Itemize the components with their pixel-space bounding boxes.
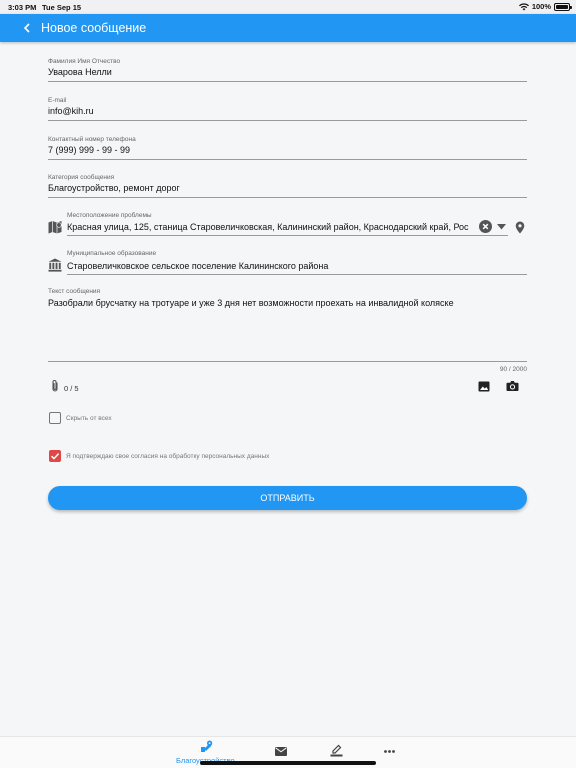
gallery-icon[interactable] (478, 381, 490, 392)
location-label: Местоположение проблемы (67, 212, 152, 219)
clear-icon[interactable] (479, 220, 492, 233)
app-bar: Новое сообщение (0, 14, 576, 42)
message-char-counter: 90 / 2000 (499, 366, 527, 373)
municipality-label: Муниципальное образование (67, 250, 157, 257)
status-right: 100% (518, 2, 572, 11)
full-name-field[interactable]: Фамилия Имя Отчество Уварова Нелли (48, 56, 527, 82)
consent-checkbox[interactable] (49, 450, 61, 462)
phone-field[interactable]: Контактный номер телефона 7 (999) 999 - … (48, 134, 527, 160)
location-input[interactable]: Красная улица, 125, станица Старовеличко… (67, 222, 475, 232)
consent-label: Я подтверждаю свое согласия на обработку… (66, 453, 270, 460)
status-time: 3:03 PM (8, 3, 37, 12)
home-indicator (200, 761, 376, 765)
municipality-field[interactable]: Муниципальное образование Старовеличковс… (67, 248, 527, 275)
attachment-counter: 0 / 5 (64, 384, 79, 393)
map-icon (48, 221, 62, 234)
message-field[interactable]: Текст сообщения Разобрали брусчатку на т… (48, 286, 527, 362)
location-edit-icon (201, 740, 213, 752)
municipality-input[interactable]: Старовеличковское сельское поселение Кал… (67, 261, 527, 271)
phone-input[interactable]: 7 (999) 999 - 99 - 99 (48, 145, 527, 155)
government-building-icon (48, 258, 62, 272)
page-title: Новое сообщение (41, 21, 147, 35)
full-name-label: Фамилия Имя Отчество (48, 58, 121, 65)
message-label: Текст сообщения (48, 288, 101, 295)
paperclip-icon[interactable] (51, 379, 59, 393)
hide-from-all-label: Скрыть от всех (66, 415, 112, 422)
more-icon (384, 750, 395, 753)
edit-icon (330, 744, 343, 757)
checkmark-icon (50, 453, 60, 460)
category-field[interactable]: Категория сообщения Благоустройство, рем… (48, 172, 527, 198)
email-label: E-mail (48, 97, 67, 104)
full-name-input[interactable]: Уварова Нелли (48, 67, 527, 77)
battery-icon (554, 2, 572, 11)
status-date: Tue Sep 15 (42, 3, 82, 12)
location-field[interactable]: Местоположение проблемы Красная улица, 1… (67, 210, 508, 236)
wifi-icon (518, 2, 529, 10)
location-pin-icon[interactable] (515, 221, 525, 234)
email-input[interactable]: info@kih.ru (48, 106, 527, 116)
category-select[interactable]: Благоустройство, ремонт дорог (48, 183, 527, 193)
hide-from-all-checkbox[interactable] (49, 412, 61, 424)
message-textarea[interactable]: Разобрали брусчатку на тротуаре и уже 3 … (48, 298, 527, 308)
email-field[interactable]: E-mail info@kih.ru (48, 95, 527, 121)
status-bar: 3:03 PM Tue Sep 15 100% (0, 0, 576, 14)
category-label: Категория сообщения (48, 174, 115, 181)
camera-icon[interactable] (506, 380, 519, 392)
battery-percent: 100% (531, 2, 551, 11)
submit-button[interactable]: ОТПРАВИТЬ (48, 486, 527, 510)
dropdown-arrow-icon[interactable] (497, 224, 506, 230)
mail-icon (275, 747, 287, 756)
nav-item-more[interactable] (377, 737, 403, 768)
phone-label: Контактный номер телефона (48, 136, 136, 143)
back-arrow-icon[interactable] (18, 18, 36, 38)
